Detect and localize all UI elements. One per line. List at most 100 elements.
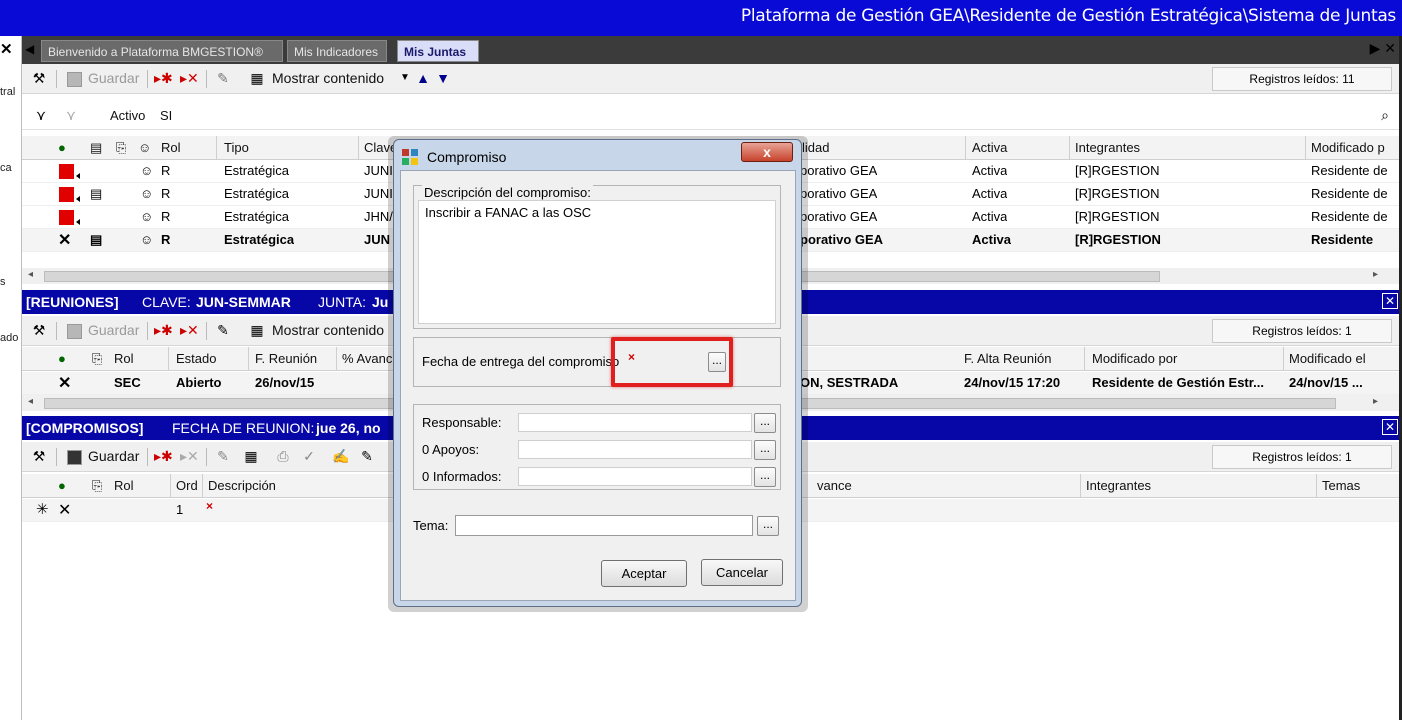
calendar-icon[interactable]: ▦ xyxy=(248,321,266,339)
app-icon xyxy=(402,149,418,165)
scroll-left-icon[interactable]: ◂ xyxy=(28,269,33,280)
tab-mis-indicadores[interactable]: Mis Indicadores xyxy=(287,40,387,62)
toolbar-separator xyxy=(56,70,57,88)
paperclip-icon: ⎘ xyxy=(92,478,103,493)
tab-controls[interactable]: ▶ ✕ xyxy=(1370,40,1396,57)
insert-record-icon[interactable]: ▸✱ xyxy=(154,447,173,465)
save-button[interactable]: Guardar xyxy=(88,322,139,338)
col-temas[interactable]: Temas xyxy=(1322,478,1360,493)
col-integrantes[interactable]: Integrantes xyxy=(1075,140,1140,155)
edit-icon[interactable]: ✎ xyxy=(214,69,232,87)
cell-integrantes: [R]RGESTION xyxy=(1075,163,1160,178)
responsable-field[interactable] xyxy=(518,413,752,432)
delete-record-icon[interactable]: ▸✕ xyxy=(180,321,199,339)
edit-notes-icon[interactable]: ✎ xyxy=(358,447,376,465)
col-modificado[interactable]: Modificado p xyxy=(1311,140,1385,155)
dialog-close-button[interactable]: x xyxy=(741,142,793,162)
informados-label: 0 Informados: xyxy=(422,469,502,484)
binoculars-icon[interactable]: ⌕ xyxy=(1376,106,1394,124)
cell-integrantes: [R]RGESTION xyxy=(1075,209,1160,224)
col-rol[interactable]: Rol xyxy=(114,351,134,366)
tools-icon[interactable]: ⚒ xyxy=(30,447,48,465)
cell-tipo: Estratégica xyxy=(224,186,290,201)
tab-scroll-left-icon[interactable]: ◀ xyxy=(25,42,34,56)
close-icon: ✕ xyxy=(58,232,72,249)
col-divider xyxy=(336,347,337,371)
cell-rol: R xyxy=(161,232,171,247)
col-integrantes[interactable]: Integrantes xyxy=(1086,478,1151,493)
scroll-right-icon[interactable]: ▸ xyxy=(1373,269,1378,280)
col-tipo[interactable]: Tipo xyxy=(224,140,249,155)
col-divider xyxy=(170,474,171,498)
toolbar-separator xyxy=(206,448,207,466)
filter-bar: ⋎ ⋎ Activo SI ⌕ xyxy=(22,104,1402,130)
edit-icon[interactable]: ✎ xyxy=(214,321,232,339)
save-button[interactable]: Guardar xyxy=(88,448,139,464)
close-panel-icon[interactable]: ✕ xyxy=(0,40,18,58)
cell-clave: JUN xyxy=(364,232,391,247)
delete-record-icon[interactable]: ▸✕ xyxy=(180,447,199,465)
col-modificado-el[interactable]: Modificado el xyxy=(1289,351,1366,366)
paperclip-icon: ⎘ xyxy=(92,351,103,366)
clear-filter-icon[interactable]: ⋎ xyxy=(62,106,80,124)
col-ord[interactable]: Ord xyxy=(176,478,198,493)
col-divider xyxy=(358,136,359,160)
col-estado[interactable]: Estado xyxy=(176,351,216,366)
arrow-down-icon[interactable]: ▼ xyxy=(434,69,452,87)
notes-icon[interactable]: ✍ xyxy=(332,447,350,465)
tema-picker-button[interactable]: ... xyxy=(757,516,779,536)
save-icon xyxy=(67,450,82,465)
informados-picker-button[interactable]: ... xyxy=(754,467,776,487)
col-divider xyxy=(1084,347,1085,371)
col-alta[interactable]: F. Alta Reunión xyxy=(964,351,1051,366)
delete-record-icon[interactable]: ▸✕ xyxy=(180,69,199,87)
apoyos-field[interactable] xyxy=(518,440,752,459)
col-descripcion[interactable]: Descripción xyxy=(208,478,276,493)
close-section-icon[interactable]: ✕ xyxy=(1382,419,1398,435)
insert-record-icon[interactable]: ▸✱ xyxy=(154,69,173,87)
window-titlebar: Plataforma de Gestión GEA\Residente de G… xyxy=(0,0,1402,36)
window-title: Plataforma de Gestión GEA\Residente de G… xyxy=(740,6,1396,26)
tools-icon[interactable]: ⚒ xyxy=(30,321,48,339)
show-content-button[interactable]: Mostrar contenido xyxy=(272,322,384,338)
save-button[interactable]: Guardar xyxy=(88,70,139,86)
col-divider xyxy=(216,136,217,160)
chevron-down-icon[interactable]: ▼ xyxy=(396,69,414,87)
informados-field[interactable] xyxy=(518,467,752,486)
cell-modificado: Residente xyxy=(1311,232,1374,247)
insert-record-icon[interactable]: ▸✱ xyxy=(154,321,173,339)
show-content-button[interactable]: Mostrar contenido xyxy=(272,70,384,86)
col-rol[interactable]: Rol xyxy=(114,478,134,493)
responsable-label: Responsable: xyxy=(422,415,502,430)
check-icon[interactable]: ✓ xyxy=(300,447,318,465)
tema-field[interactable] xyxy=(455,515,753,536)
cancel-button[interactable]: Cancelar xyxy=(701,559,783,586)
col-avance[interactable]: % Avanc xyxy=(342,351,392,366)
cell-fecha: 26/nov/15 xyxy=(255,375,315,390)
close-section-icon[interactable]: ✕ xyxy=(1382,293,1398,309)
tools-icon[interactable]: ⚒ xyxy=(30,69,48,87)
dialog-titlebar[interactable]: Compromiso x xyxy=(394,140,801,172)
status-indicator xyxy=(59,164,80,179)
col-rol[interactable]: Rol xyxy=(161,140,181,155)
scroll-right-icon[interactable]: ▸ xyxy=(1373,396,1378,407)
accept-button[interactable]: Aceptar xyxy=(601,560,687,587)
apoyos-picker-button[interactable]: ... xyxy=(754,440,776,460)
descripcion-textarea[interactable]: Inscribir a FANAC a las OSC xyxy=(418,200,776,324)
export-icon[interactable]: ⎙ xyxy=(274,447,292,465)
col-fecha[interactable]: F. Reunión xyxy=(255,351,317,366)
col-avance[interactable]: vance xyxy=(817,478,852,493)
col-modificado-por[interactable]: Modificado por xyxy=(1092,351,1177,366)
scroll-left-icon[interactable]: ◂ xyxy=(28,396,33,407)
left-strip-text: s xyxy=(0,276,6,288)
filter-icon[interactable]: ⋎ xyxy=(32,106,50,124)
tab-mis-juntas[interactable]: Mis Juntas xyxy=(397,40,479,62)
table-icon[interactable]: ▦ xyxy=(242,447,260,465)
tab-bienvenido[interactable]: Bienvenido a Plataforma BMGESTION® xyxy=(41,40,283,62)
calendar-icon[interactable]: ▦ xyxy=(248,69,266,87)
arrow-up-icon[interactable]: ▲ xyxy=(414,69,432,87)
toolbar-separator xyxy=(206,70,207,88)
edit-icon[interactable]: ✎ xyxy=(214,447,232,465)
responsable-picker-button[interactable]: ... xyxy=(754,413,776,433)
col-activa[interactable]: Activa xyxy=(972,140,1007,155)
